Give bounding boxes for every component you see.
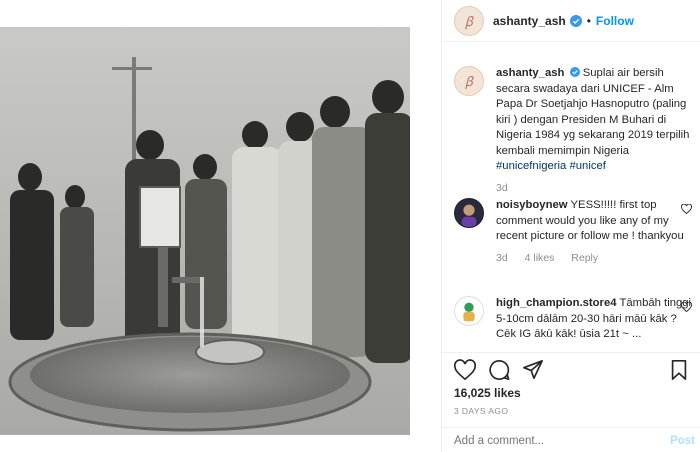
photo-illustration: [0, 27, 410, 435]
like-comment-heart-icon[interactable]: [681, 302, 692, 312]
verified-badge-icon: [569, 14, 582, 27]
avatar[interactable]: [454, 296, 484, 326]
add-comment-bar: Post: [442, 427, 700, 452]
avatar-logo-icon: ꞵ: [464, 75, 474, 90]
avatar[interactable]: ꞵ: [454, 5, 484, 36]
comment-icon[interactable]: [488, 359, 510, 381]
comments-list[interactable]: ꞵ ashanty_ash Suplai air bersih secara s…: [442, 56, 700, 352]
comment-meta: 3d: [496, 181, 696, 197]
comment-username[interactable]: ashanty_ash: [496, 67, 564, 79]
reply-button[interactable]: Reply: [571, 252, 598, 264]
post-comment-button[interactable]: Post: [670, 435, 695, 447]
post-photo[interactable]: [0, 27, 410, 435]
posted-time[interactable]: 3 DAYS AGO: [454, 406, 508, 416]
comment-time[interactable]: 3d: [496, 182, 508, 194]
comment-hashtags[interactable]: #unicefnigeria #unicef: [496, 160, 606, 172]
comment-meta: 3d 4 likes Reply: [496, 251, 696, 267]
like-comment-heart-icon[interactable]: [681, 204, 692, 214]
add-comment-input[interactable]: [454, 435, 654, 447]
post-side-panel: ꞵ ashanty_ash • Follow ꞵ ashanty_ash Sup…: [441, 0, 700, 452]
instagram-post-view: ꞵ ashanty_ash • Follow ꞵ ashanty_ash Sup…: [0, 0, 700, 452]
verified-badge-icon: [569, 67, 580, 77]
comment-text: Suplai air bersih secara swadaya dari UN…: [496, 67, 690, 157]
avatar-photo-icon: [455, 199, 483, 227]
share-icon[interactable]: [522, 359, 544, 381]
comment-body: noisyboynew YESS!!!!! first top comment …: [496, 198, 696, 266]
photo-panel: [0, 0, 441, 452]
post-header: ꞵ ashanty_ash • Follow: [442, 0, 700, 42]
bookmark-icon[interactable]: [668, 359, 690, 381]
avatar-logo-icon: ꞵ: [464, 14, 474, 30]
avatar[interactable]: ꞵ: [454, 66, 484, 96]
comment-body: high_champion.store4 Tāmbāh tinggi 5-10c…: [496, 296, 696, 343]
comment-username[interactable]: noisyboynew: [496, 199, 568, 211]
comment-body: ashanty_ash Suplai air bersih secara swa…: [496, 66, 696, 196]
follow-button[interactable]: Follow: [596, 14, 634, 28]
comment-username[interactable]: high_champion.store4: [496, 297, 617, 309]
post-actions: [442, 352, 700, 384]
heart-icon[interactable]: [454, 359, 476, 381]
avatar[interactable]: [454, 198, 484, 228]
likes-count[interactable]: 16,025 likes: [454, 386, 521, 400]
comment-time[interactable]: 3d: [496, 252, 508, 264]
avatar-photo-icon: [455, 297, 483, 325]
separator-dot: •: [586, 13, 591, 28]
comment-likes[interactable]: 4 likes: [525, 252, 555, 264]
header-username[interactable]: ashanty_ash: [493, 14, 566, 28]
